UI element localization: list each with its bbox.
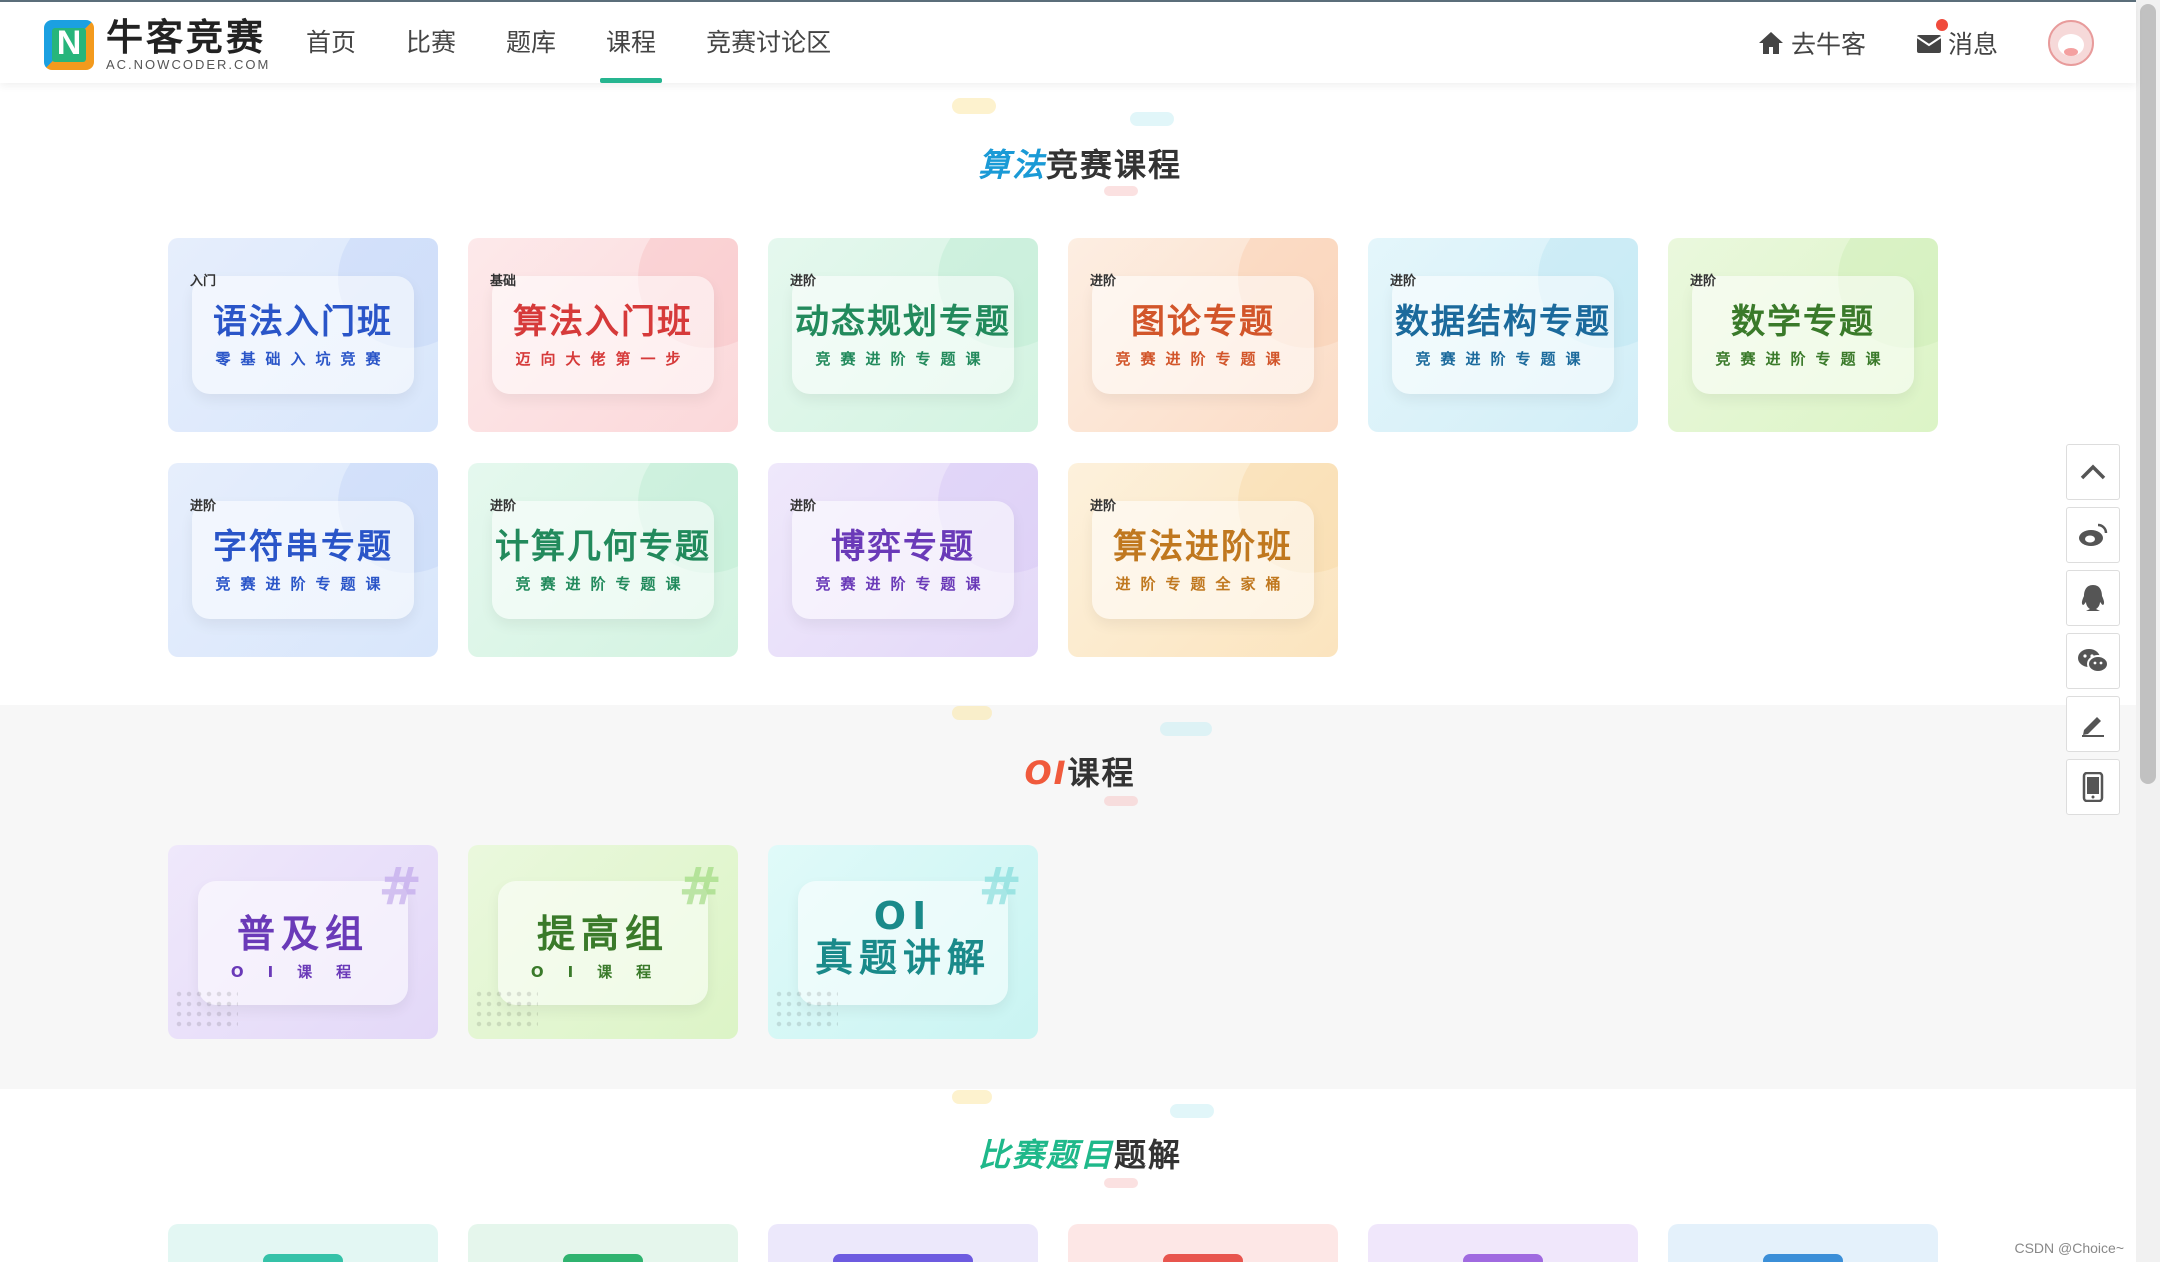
- qq-share-button[interactable]: [2066, 570, 2120, 626]
- course-card-syntax-intro[interactable]: 入门 语法入门班 零基础入坑竞赛: [168, 238, 438, 432]
- weibo-share-button[interactable]: [2066, 507, 2120, 563]
- solution-card[interactable]: [168, 1224, 438, 1262]
- user-avatar[interactable]: [2048, 19, 2094, 66]
- logo-subtitle: AC.NOWCODER.COM: [106, 57, 271, 72]
- feedback-button[interactable]: [2066, 696, 2120, 752]
- course-card-dp[interactable]: 进阶 动态规划专题 竞赛进阶专题课: [768, 238, 1038, 432]
- solutions-section-title: 比赛题目题解: [977, 1136, 1183, 1174]
- mail-icon: [1916, 34, 1942, 53]
- messages-link[interactable]: 消息: [1916, 18, 1998, 61]
- main-nav: 首页 比赛 题库 课程 竞赛讨论区: [306, 2, 881, 83]
- course-card-math[interactable]: 进阶 数学专题 竞赛进阶专题课: [1668, 238, 1938, 432]
- chevron-up-icon: [2080, 464, 2106, 480]
- nav-contests[interactable]: 比赛: [406, 2, 456, 83]
- side-toolbar: [2066, 444, 2120, 822]
- solution-card[interactable]: [1668, 1224, 1938, 1262]
- solution-card[interactable]: [1068, 1224, 1338, 1262]
- nowcoder-logo-icon: N: [44, 20, 94, 70]
- scrollbar-thumb[interactable]: [2140, 4, 2156, 784]
- course-card-geometry[interactable]: 进阶 计算几何专题 竞赛进阶专题课: [468, 463, 738, 657]
- course-card-graph[interactable]: 进阶 图论专题 竞赛进阶专题课: [1068, 238, 1338, 432]
- oi-card-popularization[interactable]: # 普及组 OI课程: [168, 845, 438, 1039]
- course-card-string[interactable]: 进阶 字符串专题 竞赛进阶专题课: [168, 463, 438, 657]
- nav-problems[interactable]: 题库: [506, 2, 556, 83]
- back-to-top-button[interactable]: [2066, 444, 2120, 500]
- mobile-icon: [2082, 772, 2104, 802]
- wechat-icon: [2078, 649, 2109, 673]
- oi-card-improvement[interactable]: # 提高组 OI课程: [468, 845, 738, 1039]
- course-card-algo-intro[interactable]: 基础 算法入门班 迈向大佬第一步: [468, 238, 738, 432]
- logo-title: 牛客竞赛: [106, 16, 266, 59]
- page-scrollbar[interactable]: [2136, 0, 2160, 1262]
- watermark: CSDN @Choice~: [2014, 1240, 2124, 1256]
- solution-card[interactable]: [468, 1224, 738, 1262]
- unread-dot: [1935, 18, 1948, 31]
- go-nowcoder-link[interactable]: 去牛客: [1757, 25, 1866, 61]
- solution-card[interactable]: [768, 1224, 1038, 1262]
- nav-discussion[interactable]: 竞赛讨论区: [706, 2, 831, 83]
- course-card-game-theory[interactable]: 进阶 博弈专题 竞赛进阶专题课: [768, 463, 1038, 657]
- oi-section-title: OI课程: [1024, 754, 1136, 792]
- nav-home[interactable]: 首页: [306, 2, 356, 83]
- qq-icon: [2081, 585, 2105, 611]
- algo-section-title: 算法竞赛课程: [977, 146, 1183, 184]
- weibo-icon: [2079, 523, 2108, 546]
- site-logo[interactable]: N 牛客竞赛 AC.NOWCODER.COM: [44, 18, 270, 72]
- mobile-app-button[interactable]: [2066, 759, 2120, 815]
- home-icon: [1758, 31, 1783, 54]
- oi-card-past-problems[interactable]: # OI 真题讲解: [768, 845, 1038, 1039]
- course-card-advanced[interactable]: 进阶 算法进阶班 进阶专题全家桶: [1068, 463, 1338, 657]
- top-header: N 牛客竞赛 AC.NOWCODER.COM 首页 比赛 题库 课程 竞赛讨论区…: [0, 0, 2136, 83]
- solution-card[interactable]: [1368, 1224, 1638, 1262]
- wechat-share-button[interactable]: [2066, 633, 2120, 689]
- course-card-data-structure[interactable]: 进阶 数据结构专题 竞赛进阶专题课: [1368, 238, 1638, 432]
- pencil-icon: [2082, 717, 2104, 737]
- nav-courses[interactable]: 课程: [600, 2, 663, 83]
